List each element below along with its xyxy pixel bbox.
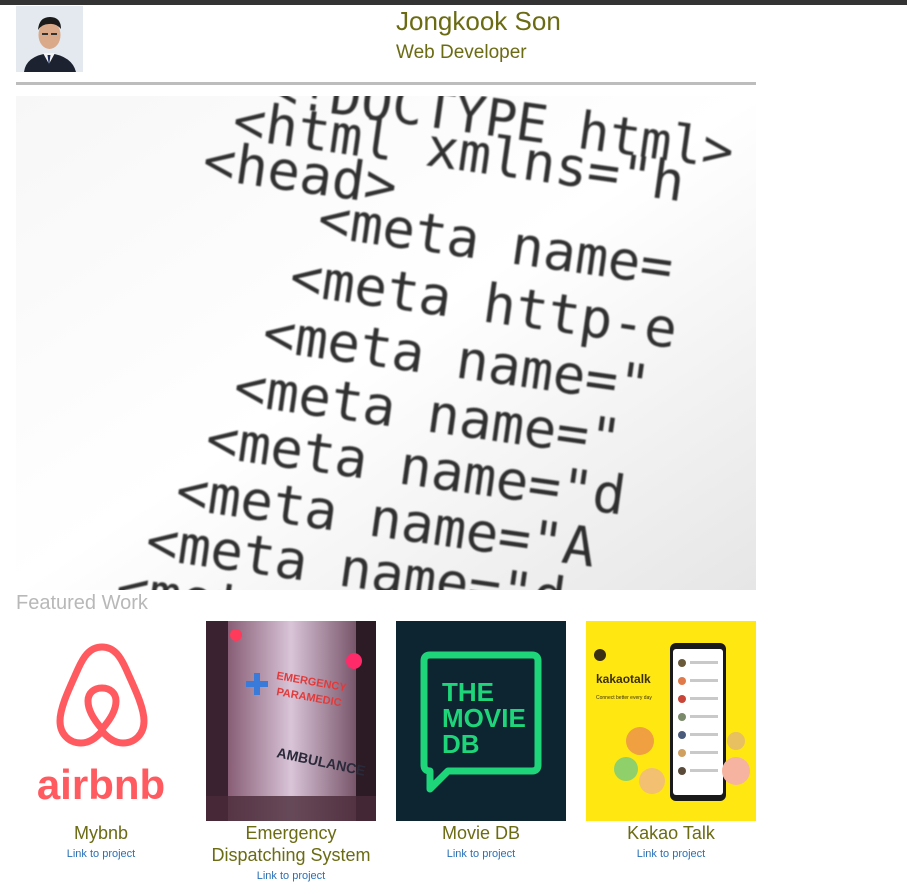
airbnb-logo-icon: airbnb (16, 621, 186, 821)
project-link[interactable]: Link to project (586, 846, 756, 862)
logo-text: DB (442, 729, 480, 759)
project-link[interactable]: Link to project (206, 868, 376, 884)
project-link[interactable]: Link to project (16, 846, 186, 862)
project-title: Movie DB (441, 823, 521, 843)
project-title: Mybnb (73, 823, 129, 843)
project-card-emergency: EMERGENCY PARAMEDIC AMBULANCE Emergency … (206, 621, 376, 884)
project-thumbnail[interactable]: airbnb (16, 621, 186, 821)
project-card-moviedb: THE MOVIE DB Movie DB Link to project (396, 621, 566, 862)
logo-text: kakaotalk (596, 672, 651, 686)
project-title: Emergency Dispatching System (211, 823, 371, 865)
moviedb-logo-icon: THE MOVIE DB (396, 621, 566, 821)
project-thumbnail[interactable]: EMERGENCY PARAMEDIC AMBULANCE (206, 621, 376, 821)
project-thumbnail[interactable]: kakaotalk Connect better every day (586, 621, 756, 821)
hero-image: <!DOCTYPE html> <html xmlns="h <head> <m… (16, 96, 756, 590)
project-thumbnail[interactable]: THE MOVIE DB (396, 621, 566, 821)
featured-work-heading: Featured Work (16, 592, 148, 614)
header-divider (16, 82, 756, 85)
ambulance-photo-icon: EMERGENCY PARAMEDIC AMBULANCE (206, 621, 376, 821)
avatar (16, 6, 83, 72)
page-title: Jongkook Son (396, 6, 561, 36)
logo-text: airbnb (37, 761, 165, 808)
project-card-kakaotalk: kakaotalk Connect better every day Kakao… (586, 621, 756, 862)
logo-subtext: Connect better every day (596, 695, 652, 701)
page-subtitle: Web Developer (396, 42, 527, 63)
project-title: Kakao Talk (627, 823, 715, 843)
kakaotalk-promo-icon: kakaotalk Connect better every day (586, 621, 756, 821)
project-link[interactable]: Link to project (396, 846, 566, 862)
project-card-mybnb: airbnb Mybnb Link to project (16, 621, 186, 862)
